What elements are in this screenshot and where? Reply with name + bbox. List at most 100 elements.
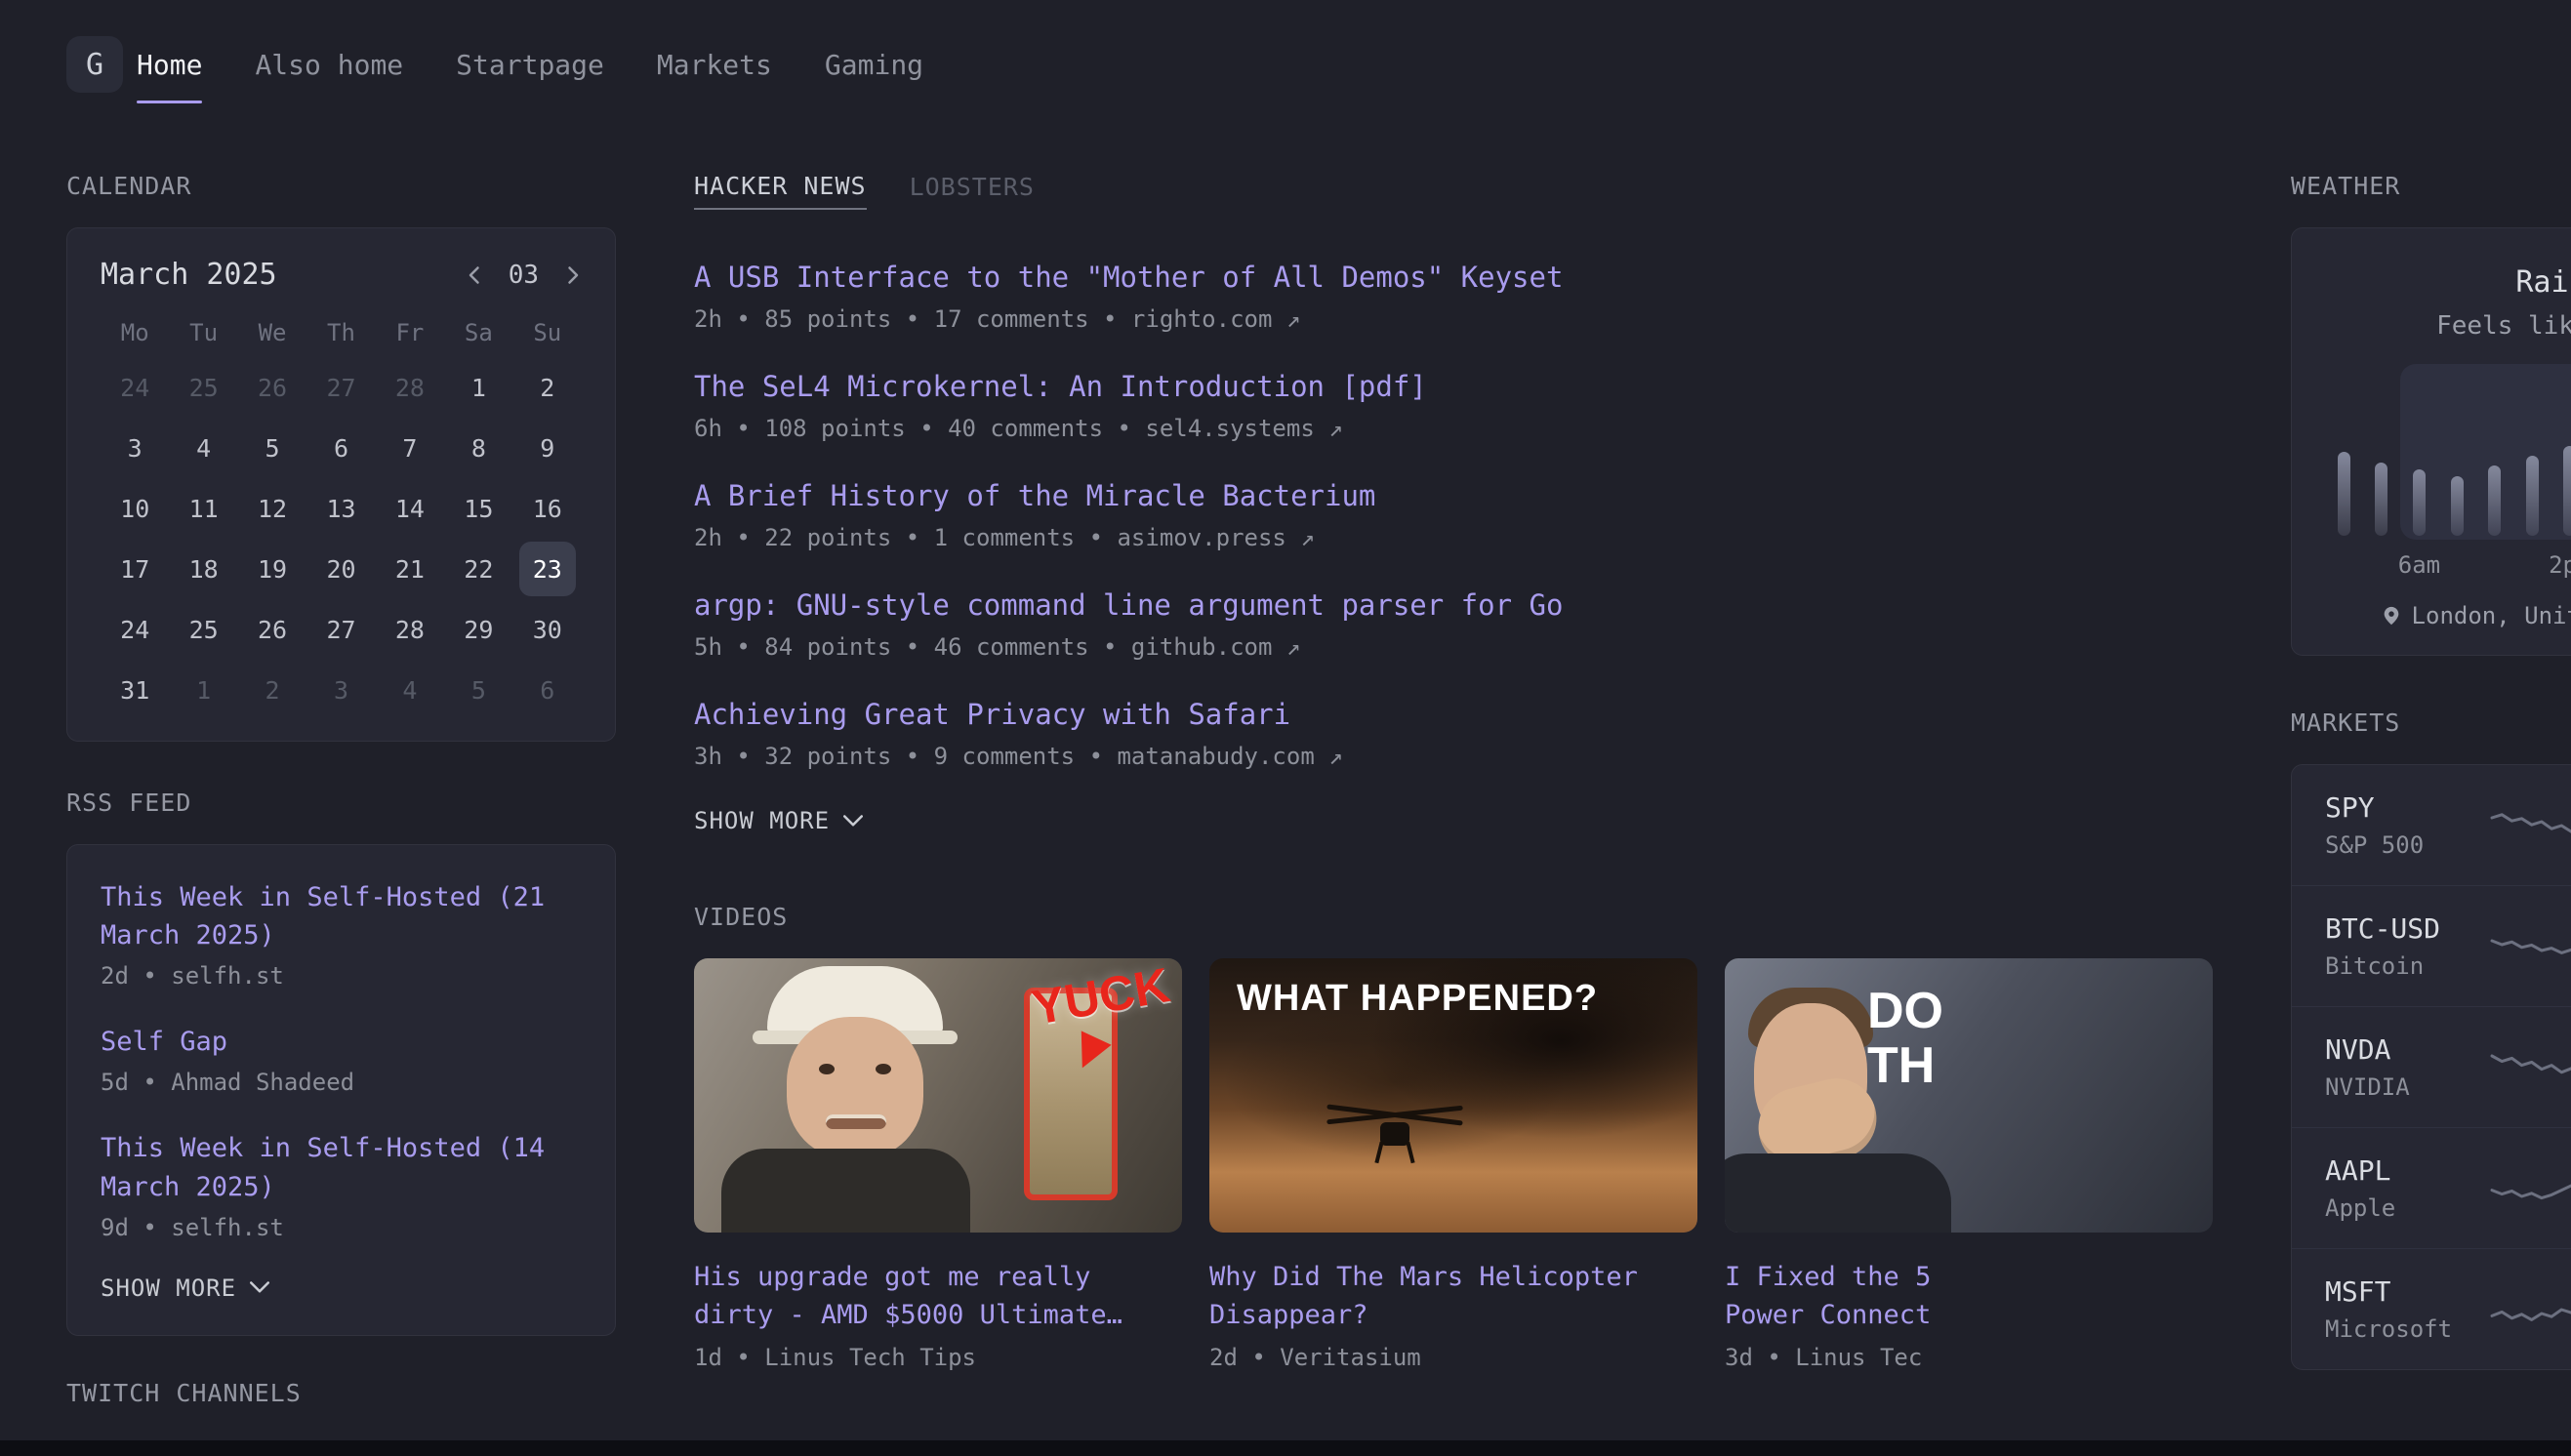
calendar-day: 28 — [376, 602, 444, 657]
video-title-line: I Fixed the 5 — [1725, 1258, 2213, 1296]
video-card[interactable]: DO TH I Fixed the 5 Power Connect 3d • L… — [1725, 958, 2213, 1371]
calendar-day: 6 — [513, 663, 582, 717]
market-row[interactable]: MSFT Microsoft +1.14% $391.26 — [2292, 1248, 2571, 1369]
market-name: Microsoft — [2325, 1315, 2471, 1343]
calendar-day: 20 — [306, 542, 375, 596]
calendar-day: 25 — [169, 602, 237, 657]
calendar-day: 23 — [519, 542, 576, 596]
calendar-day: 26 — [238, 602, 306, 657]
calendar-day: 8 — [444, 421, 512, 475]
heli-leg-shape — [1374, 1142, 1383, 1163]
rss-card: This Week in Self-Hosted (21 March 2025)… — [66, 844, 616, 1336]
nav-tab[interactable]: Markets — [657, 0, 772, 129]
weather-bar — [2563, 446, 2571, 536]
market-row[interactable]: NVDA NVIDIA -0.70% $117.70 — [2292, 1006, 2571, 1127]
weather-axis-label: 2pm — [2549, 551, 2571, 579]
top-navbar: G Home Also home Startpage Markets Gamin… — [0, 0, 2571, 129]
news-tab[interactable]: LOBSTERS — [910, 172, 1035, 210]
market-left: MSFT Microsoft — [2325, 1275, 2471, 1343]
rss-meta: 2d • selfh.st — [101, 962, 582, 990]
calendar-day: 3 — [306, 663, 375, 717]
face-shape — [787, 1017, 923, 1158]
video-thumbnail[interactable]: WHAT HAPPENED? — [1209, 958, 1697, 1233]
app-logo[interactable]: G — [66, 36, 123, 93]
video-title[interactable]: I Fixed the 5 Power Connect — [1725, 1258, 2213, 1334]
calendar-day: 27 — [306, 360, 375, 415]
thumbnail-overlay-text: WHAT HAPPENED? — [1237, 978, 1598, 1020]
calendar-day: 4 — [169, 421, 237, 475]
calendar-controls: 03 — [466, 261, 582, 290]
calendar-prev-button[interactable] — [466, 264, 485, 286]
rss-item: This Week in Self-Hosted (14 March 2025)… — [101, 1129, 582, 1240]
video-title[interactable]: Why Did The Mars Helicopter Disappear? — [1209, 1258, 1697, 1334]
calendar-dow-label: Fr — [376, 319, 444, 346]
rss-title-link[interactable]: This Week in Self-Hosted (14 March 2025) — [101, 1133, 545, 1201]
nav-tab[interactable]: Also home — [255, 0, 403, 129]
calendar-day: 4 — [376, 663, 444, 717]
nav-tab[interactable]: Startpage — [456, 0, 604, 129]
news-tab[interactable]: HACKER NEWS — [694, 172, 867, 210]
market-name: NVIDIA — [2325, 1073, 2471, 1101]
weather-bar-slot — [2325, 452, 2363, 536]
thumbnail-overlay-line: TH — [1867, 1038, 1943, 1093]
video-thumbnail[interactable]: DO TH — [1725, 958, 2213, 1233]
rss-show-more-button[interactable]: SHOW MORE — [101, 1274, 269, 1302]
rss-title-link[interactable]: This Week in Self-Hosted (21 March 2025) — [101, 882, 545, 950]
weather-bar — [2488, 465, 2501, 536]
market-left: BTC-USD Bitcoin — [2325, 912, 2471, 980]
calendar-dow-label: Th — [306, 319, 375, 346]
rss-section-title: RSS FEED — [66, 789, 616, 817]
market-row[interactable]: AAPL Apple +1.95% $218.27 — [2292, 1127, 2571, 1248]
calendar-day: 30 — [513, 602, 582, 657]
rss-title-link[interactable]: Self Gap — [101, 1027, 227, 1057]
video-card[interactable]: WHAT HAPPENED? Why Did The Mars Helicopt… — [1209, 958, 1697, 1371]
news-meta: 5h • 84 points • 46 comments • github.co… — [694, 633, 2213, 661]
video-card[interactable]: YUCK His upgrade got me really dirty - A… — [694, 958, 1182, 1371]
news-item: A USB Interface to the "Mother of All De… — [694, 261, 2213, 333]
market-row[interactable]: BTC-USD Bitcoin +1.39% $84,999.29 — [2292, 885, 2571, 1006]
nav-tab[interactable]: Home — [137, 0, 202, 129]
video-thumbnail[interactable]: YUCK — [694, 958, 1182, 1233]
weather-location: London, United Kingdom — [2325, 602, 2571, 629]
market-row[interactable]: SPY S&P 500 -0.27% $563.98 — [2292, 765, 2571, 885]
news-title-link[interactable]: A USB Interface to the "Mother of All De… — [694, 261, 1563, 294]
calendar-day: 16 — [513, 481, 582, 536]
calendar-dow-label: Sa — [444, 319, 512, 346]
market-symbol: MSFT — [2325, 1275, 2471, 1308]
chevron-left-icon — [466, 264, 485, 286]
calendar-day: 11 — [169, 481, 237, 536]
calendar-day: 5 — [238, 421, 306, 475]
markets-card: SPY S&P 500 -0.27% $563.98 — [2291, 764, 2571, 1370]
market-sparkline — [2471, 1044, 2571, 1091]
weather-bar-slot — [2475, 465, 2513, 536]
news-list: A USB Interface to the "Mother of All De… — [694, 261, 2213, 770]
grimace-shape — [826, 1114, 886, 1129]
thumbnail-overlay-text: YUCK — [1028, 958, 1174, 1036]
news-show-more-button[interactable]: SHOW MORE — [694, 807, 863, 834]
weather-bar-slot — [2438, 476, 2476, 536]
market-sparkline — [2471, 1165, 2571, 1212]
news-title-link[interactable]: A Brief History of the Miracle Bacterium — [694, 479, 1375, 512]
calendar-day: 7 — [376, 421, 444, 475]
weather-bar — [2413, 469, 2426, 536]
video-title-line: Power Connect — [1725, 1296, 2213, 1334]
news-title-link[interactable]: The SeL4 Microkernel: An Introduction [p… — [694, 370, 1427, 403]
calendar-card: March 2025 03 MoTuWeThFrSaSu — [66, 227, 616, 742]
rss-item: Self Gap 5d • Ahmad Shadeed — [101, 1023, 582, 1096]
video-title-line: Why Did The Mars Helicopter — [1209, 1258, 1697, 1296]
news-meta: 2h • 85 points • 17 comments • righto.co… — [694, 305, 2213, 333]
weather-bar — [2375, 463, 2387, 536]
news-title-link[interactable]: Achieving Great Privacy with Safari — [694, 698, 1290, 731]
calendar-next-button[interactable] — [562, 264, 582, 286]
show-more-label: SHOW MORE — [101, 1274, 236, 1302]
markets-list: SPY S&P 500 -0.27% $563.98 — [2292, 765, 2571, 1369]
weather-bar — [2451, 476, 2464, 536]
nav-tab[interactable]: Gaming — [825, 0, 923, 129]
dashboard-grid: CALENDAR March 2025 03 — [0, 172, 2571, 1407]
market-symbol: AAPL — [2325, 1154, 2471, 1187]
video-title[interactable]: His upgrade got me really dirty - AMD $5… — [694, 1258, 1182, 1334]
calendar-day: 12 — [238, 481, 306, 536]
calendar-section: CALENDAR March 2025 03 — [66, 172, 616, 742]
weather-bar-slot — [2363, 463, 2401, 536]
news-title-link[interactable]: argp: GNU-style command line argument pa… — [694, 588, 1563, 622]
